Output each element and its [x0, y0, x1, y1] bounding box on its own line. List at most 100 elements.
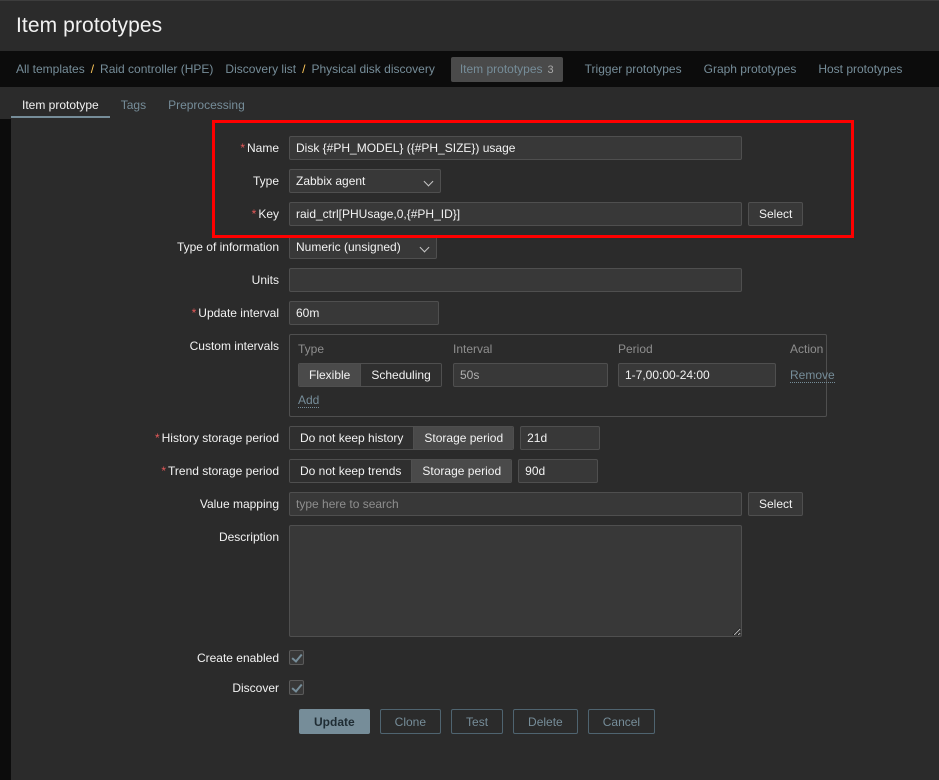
- trend-storage-period-input[interactable]: [518, 459, 599, 483]
- column-header-type: Type: [298, 342, 325, 356]
- column-header-interval: Interval: [453, 342, 493, 356]
- breadcrumb-item-all-templates[interactable]: All templates: [16, 62, 85, 76]
- field-row-name: * Name: [11, 136, 939, 160]
- value-mapping-input[interactable]: [289, 492, 742, 516]
- type-select-wrapper: Zabbix agent: [289, 169, 441, 193]
- cancel-button[interactable]: Cancel: [587, 709, 656, 734]
- page-title: Item prototypes: [16, 14, 163, 37]
- clone-button[interactable]: Clone: [379, 709, 442, 734]
- required-marker-update-interval: *: [191, 306, 197, 320]
- interval-type-flexible[interactable]: Flexible: [299, 364, 362, 386]
- label-custom-intervals: Custom intervals: [189, 339, 279, 353]
- control-update-interval: [289, 301, 439, 325]
- history-storage-period[interactable]: Storage period: [414, 427, 514, 449]
- label-key: * Key: [251, 207, 279, 221]
- control-value-mapping: Select: [289, 492, 804, 516]
- control-custom-intervals: Type Interval Period Action Flexible Sch…: [289, 334, 835, 417]
- description-textarea[interactable]: [289, 525, 742, 637]
- custom-interval-input[interactable]: [453, 363, 608, 387]
- breadcrumb-item-physical-disk-discovery[interactable]: Physical disk discovery: [311, 62, 434, 76]
- type-of-information-select[interactable]: Numeric (unsigned): [289, 235, 437, 259]
- nav-item-graph-prototypes[interactable]: Graph prototypes: [704, 62, 797, 76]
- discover-checkbox[interactable]: [289, 680, 304, 695]
- label-units: Units: [251, 273, 279, 287]
- page-header: Item prototypes: [0, 0, 939, 51]
- key-input[interactable]: [289, 202, 742, 226]
- create-enabled-checkbox[interactable]: [289, 650, 304, 665]
- test-button[interactable]: Test: [451, 709, 504, 734]
- cell-action: Remove: [790, 368, 836, 383]
- label-type-of-information: Type of information: [176, 240, 279, 254]
- breadcrumb-separator: /: [90, 62, 95, 76]
- type-of-information-select-wrapper: Numeric (unsigned): [289, 235, 437, 259]
- control-trend-storage-period: Do not keep trends Storage period: [289, 459, 599, 483]
- required-marker-name: *: [240, 141, 245, 155]
- control-type: Zabbix agent: [289, 169, 441, 193]
- breadcrumb-item-discovery-list[interactable]: Discovery list: [225, 62, 296, 76]
- cell-interval: [453, 363, 618, 387]
- history-storage-segment: Do not keep history Storage period: [289, 426, 515, 450]
- label-type: Type: [252, 174, 279, 188]
- control-history-storage-period: Do not keep history Storage period: [289, 426, 601, 450]
- required-marker-trend: *: [161, 464, 167, 478]
- column-header-action: Action: [790, 342, 824, 356]
- custom-intervals-header: Type Interval Period Action: [298, 341, 823, 363]
- name-input[interactable]: [289, 136, 742, 160]
- label-update-interval: * Update interval: [191, 306, 279, 320]
- control-discover: [289, 676, 304, 695]
- history-storage-period-input[interactable]: [520, 426, 601, 450]
- history-do-not-keep[interactable]: Do not keep history: [290, 427, 415, 449]
- control-description: [289, 525, 742, 637]
- nav-item-host-prototypes[interactable]: Host prototypes: [818, 62, 902, 76]
- tab-tags[interactable]: Tags: [110, 99, 157, 119]
- item-prototype-form: *Name Type Zabbix agent *Key Select Type: [11, 118, 939, 780]
- label-description: Description: [218, 530, 279, 544]
- field-row-update-interval: * Update interval: [11, 301, 939, 325]
- key-select-button[interactable]: Select: [748, 202, 804, 226]
- field-row-trend-storage-period: * Trend storage period Do not keep trends…: [11, 459, 939, 483]
- update-interval-input[interactable]: [289, 301, 439, 325]
- nav-item-trigger-prototypes[interactable]: Trigger prototypes: [585, 62, 682, 76]
- trend-do-not-keep[interactable]: Do not keep trends: [290, 460, 413, 482]
- interval-type-segment: Flexible Scheduling: [298, 363, 442, 387]
- field-row-key: *Key Select: [11, 202, 939, 226]
- nav-item-item-prototypes-label[interactable]: Item prototypes: [460, 62, 543, 76]
- label-history-storage-period: * History storage period: [154, 431, 279, 445]
- label-discover: Discover: [232, 681, 279, 695]
- label-create-enabled: Create enabled: [196, 651, 279, 665]
- field-row-history-storage-period: * History storage period Do not keep hist…: [11, 426, 939, 450]
- update-button[interactable]: Update: [299, 709, 370, 734]
- nav-item-item-prototypes[interactable]: Item prototypes 3: [450, 56, 563, 82]
- field-row-description: Description: [11, 525, 939, 637]
- interval-type-scheduling[interactable]: Scheduling: [361, 364, 441, 386]
- label-name: * Name: [240, 141, 279, 155]
- tab-preprocessing[interactable]: Preprocessing: [157, 99, 256, 119]
- remove-interval-link[interactable]: Remove: [790, 368, 835, 383]
- tab-item-prototype[interactable]: Item prototype: [11, 99, 110, 119]
- column-header-period: Period: [618, 342, 653, 356]
- field-row-units: Units: [11, 268, 939, 292]
- delete-button[interactable]: Delete: [513, 709, 578, 734]
- control-create-enabled: [289, 646, 304, 665]
- breadcrumb-separator-2: /: [302, 62, 306, 76]
- breadcrumb-item-raid-controller[interactable]: Raid controller (HPE): [100, 62, 213, 76]
- control-key: Select: [289, 202, 804, 226]
- control-units: [289, 268, 742, 292]
- cell-period: [618, 363, 790, 387]
- label-trend-storage-period: * Trend storage period: [161, 464, 279, 478]
- units-input[interactable]: [289, 268, 742, 292]
- value-mapping-select-button[interactable]: Select: [748, 492, 804, 516]
- required-marker-history: *: [154, 431, 160, 445]
- form-actions: Update Clone Test Delete Cancel: [11, 709, 939, 734]
- nav-item-item-prototypes-count: 3: [547, 63, 554, 76]
- trend-storage-period[interactable]: Storage period: [412, 460, 512, 482]
- type-select[interactable]: Zabbix agent: [289, 169, 441, 193]
- tab-bar: Item prototype Tags Preprocessing: [0, 87, 939, 119]
- label-value-mapping: Value mapping: [199, 497, 279, 511]
- control-name: [289, 136, 742, 160]
- custom-period-input[interactable]: [618, 363, 776, 387]
- field-row-type: Type Zabbix agent: [11, 169, 939, 193]
- add-interval-link[interactable]: Add: [298, 393, 320, 408]
- field-row-discover: Discover: [11, 676, 939, 695]
- trend-storage-segment: Do not keep trends Storage period: [289, 459, 513, 483]
